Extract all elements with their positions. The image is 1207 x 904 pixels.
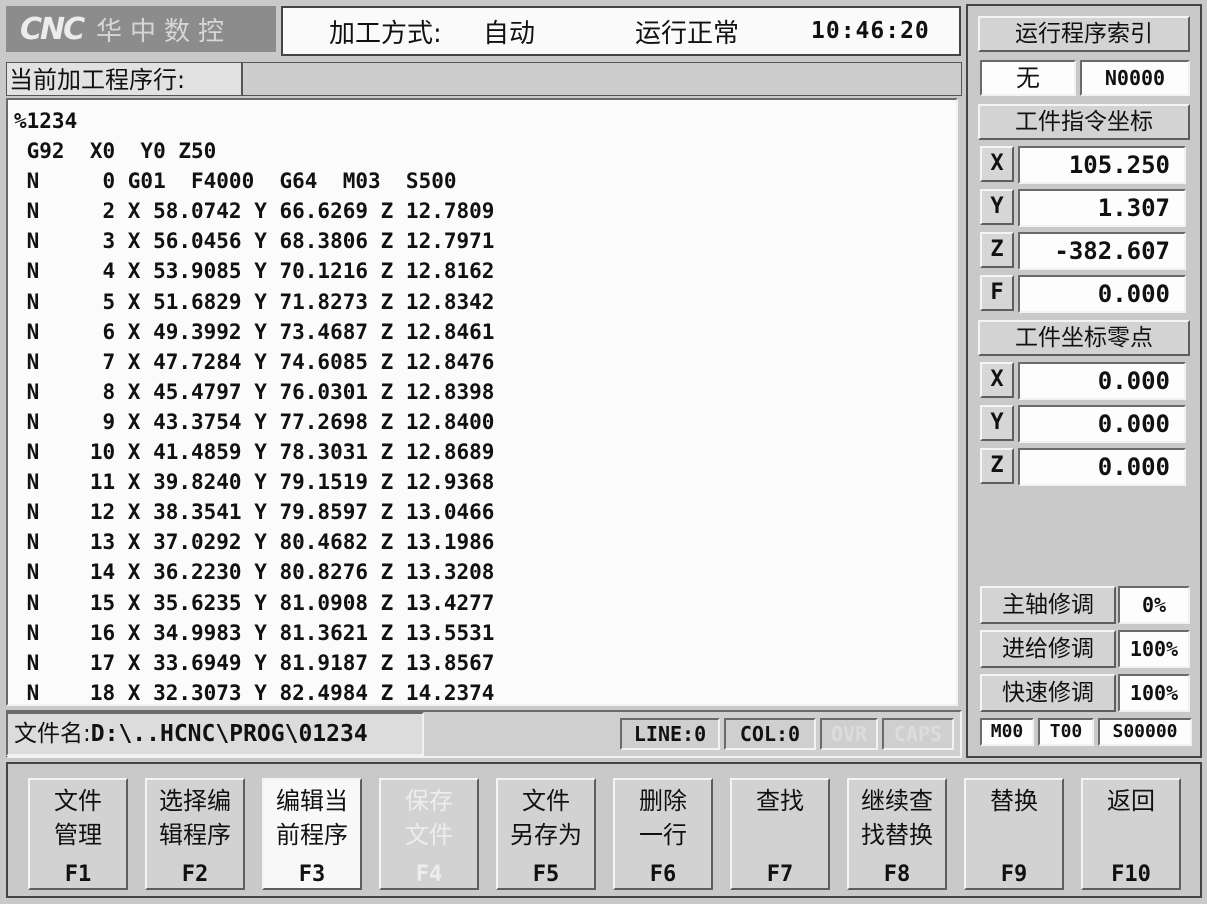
- file-name-field: 文件名:D:\..HCNC\PROG\01234: [6, 712, 424, 756]
- program-line[interactable]: N 8 X 45.4797 Y 76.0301 Z 12.8398: [14, 377, 956, 407]
- program-line[interactable]: N 17 X 33.6949 Y 81.9187 Z 13.8567: [14, 648, 956, 678]
- run-status: 运行正常: [635, 18, 740, 49]
- program-line[interactable]: N 13 X 37.0292 Y 80.4682 Z 13.1986: [14, 527, 956, 557]
- program-index-value: N0000: [1080, 60, 1190, 96]
- command-f-value: 0.000: [1018, 275, 1186, 313]
- zero-axis-z-label: Z: [980, 448, 1014, 484]
- feed-override-value: 100%: [1118, 630, 1190, 668]
- logo-mark: CNC: [20, 11, 85, 47]
- fkey-label: 文件 另存为: [510, 787, 582, 849]
- axis-z-label: Z: [980, 232, 1014, 268]
- save-file-button[interactable]: 保存 文件 F4: [379, 778, 479, 890]
- fkey-code: F2: [181, 862, 209, 887]
- fkey-code: F4: [415, 862, 443, 887]
- feed-override-label: 进给修调: [980, 630, 1116, 668]
- program-line[interactable]: N 3 X 56.0456 Y 68.3806 Z 12.7971: [14, 226, 956, 256]
- work-zero-header: 工件坐标零点: [978, 320, 1190, 356]
- command-coords-header: 工件指令坐标: [978, 104, 1190, 140]
- rapid-override-label: 快速修调: [980, 674, 1116, 712]
- program-index-left: 无: [980, 60, 1076, 96]
- fkey-label: 编辑当 前程序: [276, 787, 348, 849]
- file-name-label: 文件名:: [14, 721, 91, 747]
- program-line[interactable]: N 11 X 39.8240 Y 79.1519 Z 12.9368: [14, 467, 956, 497]
- mode-value: 自动: [483, 18, 536, 49]
- fkey-label: 查找: [756, 787, 804, 815]
- fkey-code: F1: [64, 862, 92, 887]
- program-line[interactable]: N 18 X 32.3073 Y 82.4984 Z 14.2374: [14, 678, 956, 704]
- return-button[interactable]: 返回 F10: [1081, 778, 1181, 890]
- rapid-override-value: 100%: [1118, 674, 1190, 712]
- clock: 10:46:20: [811, 18, 930, 44]
- program-line[interactable]: N 0 G01 F4000 G64 M03 S500: [14, 166, 956, 196]
- fkey-code: F5: [532, 862, 560, 887]
- logo-text: 华中数控: [96, 16, 233, 47]
- m-code-indicator: M00: [980, 718, 1034, 746]
- program-line[interactable]: N 4 X 53.9085 Y 70.1216 Z 12.8162: [14, 256, 956, 286]
- current-line-value: [242, 62, 962, 96]
- fkey-label: 替换: [990, 787, 1038, 815]
- file-manage-button[interactable]: 文件 管理 F1: [28, 778, 128, 890]
- find-next-replace-button[interactable]: 继续查 找替换 F8: [847, 778, 947, 890]
- program-line[interactable]: N 7 X 47.7284 Y 74.6085 Z 12.8476: [14, 347, 956, 377]
- s-code-indicator: S00000: [1098, 718, 1192, 746]
- caps-indicator: CAPS: [882, 718, 954, 750]
- mode-label: 加工方式:: [329, 18, 442, 49]
- save-as-button[interactable]: 文件 另存为 F5: [496, 778, 596, 890]
- zero-y-value: 0.000: [1018, 405, 1186, 443]
- program-line[interactable]: N 16 X 34.9983 Y 81.3621 Z 13.5531: [14, 618, 956, 648]
- fkey-label: 继续查 找替换: [861, 787, 933, 849]
- fkey-code: F6: [649, 862, 677, 887]
- program-index-header: 运行程序索引: [978, 16, 1190, 52]
- fkey-code: F7: [766, 862, 794, 887]
- spindle-override-value: 0%: [1118, 586, 1190, 624]
- command-x-value: 105.250: [1018, 146, 1186, 184]
- edit-current-program-button[interactable]: 编辑当 前程序 F3: [262, 778, 362, 890]
- fkey-label: 保存 文件: [405, 787, 453, 849]
- fkey-label: 返回: [1107, 787, 1155, 815]
- program-line[interactable]: N 9 X 43.3754 Y 77.2698 Z 12.8400: [14, 407, 956, 437]
- program-line[interactable]: N 14 X 36.2230 Y 80.8276 Z 13.3208: [14, 557, 956, 587]
- ovr-indicator: OVR: [820, 718, 878, 750]
- line-indicator: LINE:0: [620, 718, 720, 750]
- select-program-button[interactable]: 选择编 辑程序 F2: [145, 778, 245, 890]
- zero-z-value: 0.000: [1018, 448, 1186, 486]
- command-z-value: -382.607: [1018, 232, 1186, 270]
- delete-line-button[interactable]: 删除 一行 F6: [613, 778, 713, 890]
- program-line[interactable]: N 2 X 58.0742 Y 66.6269 Z 12.7809: [14, 196, 956, 226]
- axis-x-label: X: [980, 146, 1014, 182]
- current-line-label: 当前加工程序行:: [6, 62, 242, 96]
- file-path: D:\..HCNC\PROG\01234: [90, 721, 368, 747]
- zero-axis-x-label: X: [980, 362, 1014, 398]
- fkey-code: F3: [298, 862, 326, 887]
- program-line[interactable]: N 10 X 41.4859 Y 78.3031 Z 12.8689: [14, 437, 956, 467]
- axis-y-label: Y: [980, 189, 1014, 225]
- fkey-label: 文件 管理: [54, 787, 102, 849]
- find-button[interactable]: 查找 F7: [730, 778, 830, 890]
- logo: CNC 华中数控: [6, 6, 276, 52]
- zero-x-value: 0.000: [1018, 362, 1186, 400]
- program-line[interactable]: G92 X0 Y0 Z50: [14, 136, 956, 166]
- fkey-code: F8: [883, 862, 911, 887]
- program-line[interactable]: N 5 X 51.6829 Y 71.8273 Z 12.8342: [14, 287, 956, 317]
- replace-button[interactable]: 替换 F9: [964, 778, 1064, 890]
- spindle-override-label: 主轴修调: [980, 586, 1116, 624]
- fkey-label: 删除 一行: [639, 787, 687, 849]
- t-code-indicator: T00: [1038, 718, 1094, 746]
- command-y-value: 1.307: [1018, 189, 1186, 227]
- status-bar: 加工方式: 自动 运行正常 10:46:20: [281, 6, 961, 56]
- fkey-code: F10: [1111, 862, 1151, 887]
- col-indicator: COL:0: [724, 718, 816, 750]
- zero-axis-y-label: Y: [980, 405, 1014, 441]
- axis-f-label: F: [980, 275, 1014, 311]
- program-line[interactable]: N 6 X 49.3992 Y 73.4687 Z 12.8461: [14, 317, 956, 347]
- program-line[interactable]: %1234: [14, 106, 956, 136]
- program-line[interactable]: N 12 X 38.3541 Y 79.8597 Z 13.0466: [14, 497, 956, 527]
- fkey-code: F9: [1000, 862, 1028, 887]
- fkey-label: 选择编 辑程序: [159, 787, 231, 849]
- program-listing[interactable]: %1234 G92 X0 Y0 Z50 N 0 G01 F4000 G64 M0…: [6, 98, 958, 706]
- program-line[interactable]: N 15 X 35.6235 Y 81.0908 Z 13.4277: [14, 588, 956, 618]
